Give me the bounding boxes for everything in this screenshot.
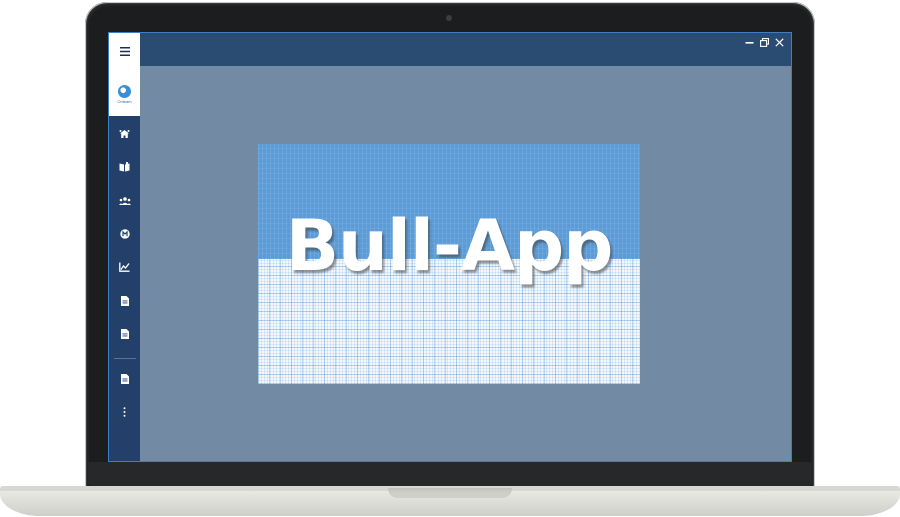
title-bar [140,33,791,66]
close-icon [775,38,784,47]
sidebar-item-home[interactable] [109,123,140,145]
webcam [446,15,452,21]
document-icon [120,329,129,339]
app-logo: Oriteam [114,85,135,104]
document-icon [120,374,129,384]
sidebar-item-circle-m[interactable] [109,223,140,245]
laptop-opening-groove [388,488,512,498]
logo-text: Oriteam [117,99,132,104]
sidebar: Oriteam [109,33,140,461]
users-icon [118,197,131,205]
hamburger-menu-button[interactable] [115,41,135,61]
home-network-icon [119,130,130,138]
document-icon [120,296,129,306]
app-window: Oriteam Bull-App [108,32,792,462]
sidebar-item-document-3[interactable] [109,368,140,390]
restore-icon [760,38,769,47]
minimize-icon [745,42,754,44]
sidebar-item-more[interactable] [109,401,140,423]
sidebar-header: Oriteam [109,33,140,116]
restore-button[interactable] [759,37,770,48]
sidebar-item-book[interactable] [109,156,140,178]
sidebar-item-users[interactable] [109,190,140,212]
window-controls [744,37,785,48]
circle-m-icon [119,229,130,239]
sidebar-item-document-2[interactable] [109,323,140,345]
splash-title: Bull-App [285,205,614,287]
hamburger-icon [120,46,130,56]
sidebar-item-document-1[interactable] [109,290,140,312]
close-button[interactable] [774,37,785,48]
chart-icon [119,262,130,272]
splash-image: Bull-App [258,144,640,384]
logo-icon [118,85,131,98]
sidebar-divider [114,358,136,359]
laptop-chin [88,462,812,486]
sidebar-item-chart[interactable] [109,256,140,278]
minimize-button[interactable] [744,37,755,48]
more-vertical-icon [123,407,126,417]
book-icon [119,162,130,172]
